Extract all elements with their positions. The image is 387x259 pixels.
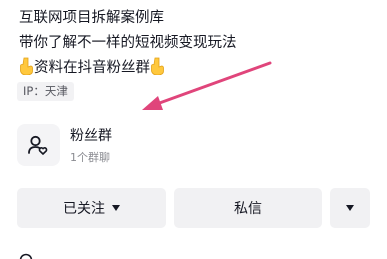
fan-group-count: 1个群聊 [70,151,110,164]
caret-down-icon [112,205,120,211]
partial-icon [19,252,33,259]
fan-group-avatar[interactable] [17,124,60,166]
followed-label: 已关注 [63,201,105,217]
fan-group-title[interactable]: 粉丝群 [70,127,112,145]
followed-button[interactable]: 已关注 [17,188,166,228]
caret-down-icon [346,205,354,211]
message-label: 私信 [234,201,262,217]
group-chat-icon [28,135,48,155]
more-options-button[interactable] [330,188,370,228]
message-button[interactable]: 私信 [174,188,322,228]
